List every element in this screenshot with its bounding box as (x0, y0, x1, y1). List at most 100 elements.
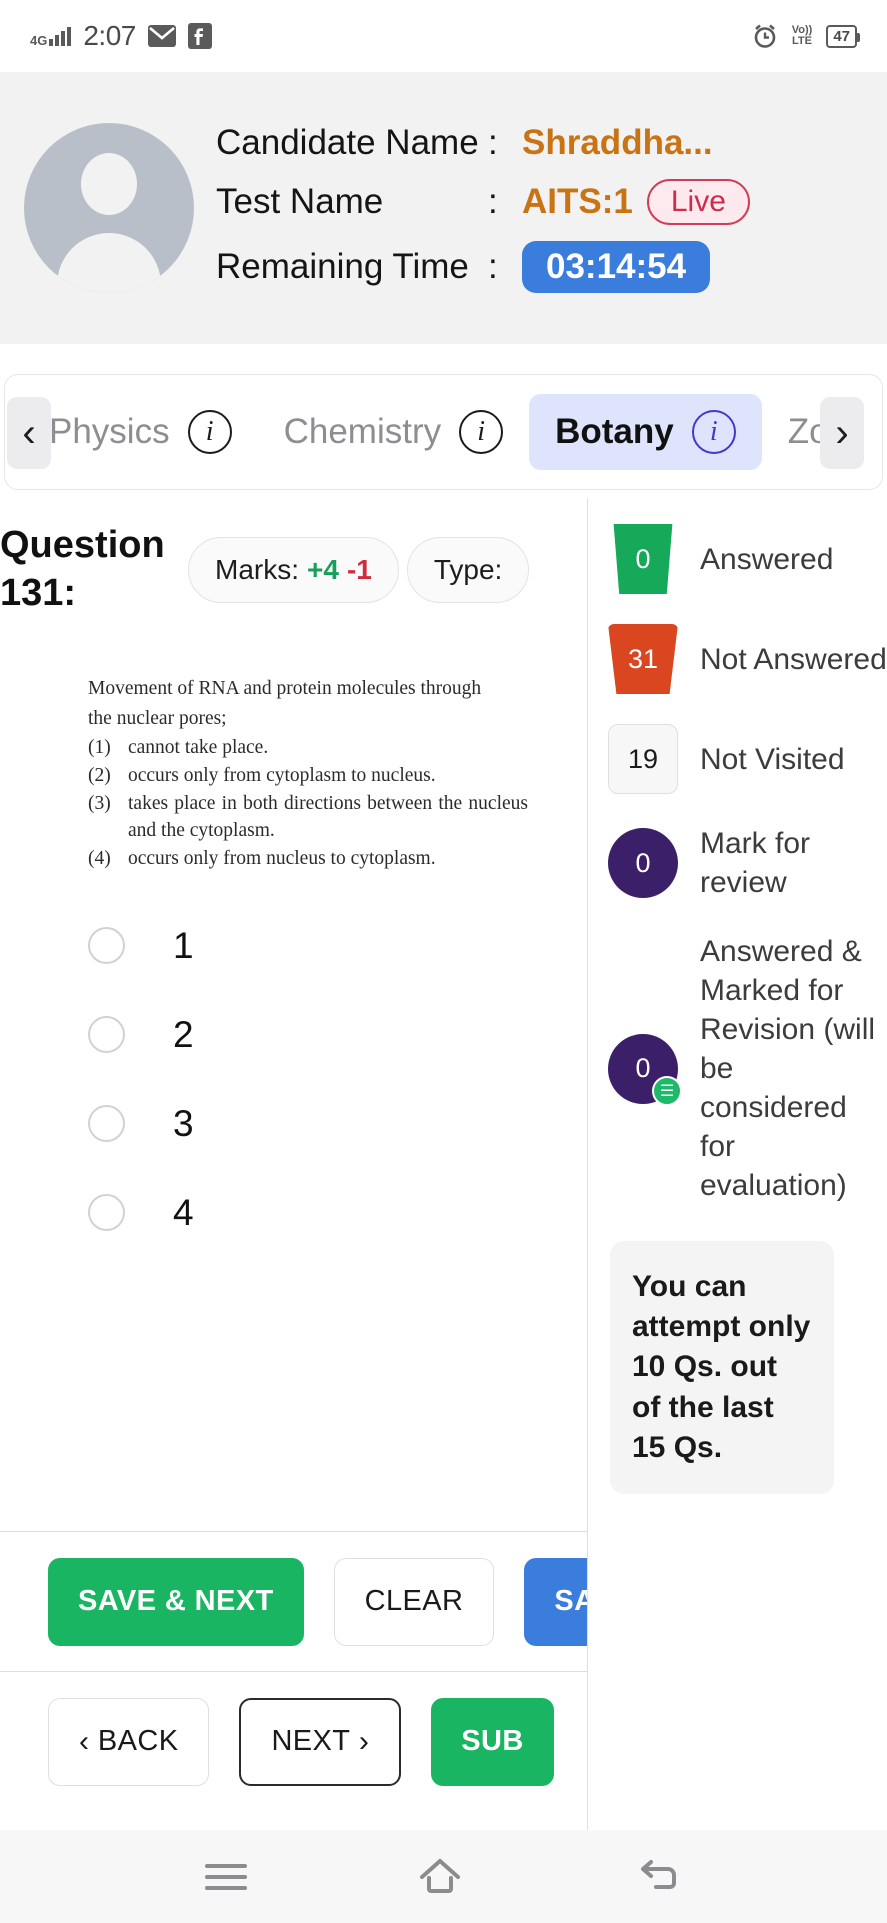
recents-icon[interactable] (204, 1863, 247, 1890)
answer-options-list[interactable]: 1 2 3 4 (88, 925, 587, 1234)
tab-botany-label: Botany (555, 412, 674, 451)
question-status-panel: 0 Answered 31 Not Answered 19 Not Visite… (588, 498, 887, 1830)
back-button-label: BACK (97, 1725, 179, 1757)
legend-label: Not Visited (700, 742, 845, 776)
marks-positive-value: +4 (307, 553, 339, 585)
page-title: Question 131: (0, 524, 165, 614)
avatar (24, 123, 194, 293)
candidate-name-row: Candidate Name : Shraddha... (216, 123, 750, 163)
avatar-head-shape (81, 153, 137, 215)
signal-bars-icon (49, 26, 72, 46)
network-signal-icon: 4G (30, 26, 72, 47)
status-legend: 0 Answered 31 Not Answered 19 Not Visite… (588, 498, 887, 1205)
legend-label: Not Answered (700, 642, 887, 676)
live-status-badge: Live (646, 179, 750, 225)
answer-option-label: 4 (173, 1191, 194, 1233)
info-icon[interactable]: i (459, 410, 504, 454)
question-choice-3: (3) takes place in both directions betwe… (88, 790, 528, 845)
back-icon[interactable] (634, 1855, 682, 1899)
tab-physics[interactable]: Physics i (23, 394, 258, 470)
tab-botany[interactable]: Botany i (529, 394, 762, 470)
answer-option-4[interactable]: 4 (88, 1192, 587, 1234)
exam-app-screen: 4G 2:07 Vo)) LTE 47 Candidate Name: Shr… (0, 0, 887, 1923)
next-button-label: NEXT (271, 1725, 351, 1757)
countdown-timer: 03:14:54 (522, 241, 711, 293)
question-text-image: Movement of RNA and protein molecules th… (88, 675, 528, 873)
tabs-scroll-right-icon[interactable]: › (820, 397, 864, 469)
android-status-bar: 4G 2:07 Vo)) LTE 47 (0, 0, 887, 72)
answer-option-label: 1 (173, 924, 194, 966)
battery-indicator: 47 (826, 24, 860, 48)
legend-label: Mark for review (700, 827, 811, 899)
marked-revision-icon: ☰ (652, 1075, 682, 1106)
volte-line2: LTE (792, 35, 812, 47)
candidate-header: Candidate Name : Shraddha... Test Name :… (0, 72, 887, 344)
answer-option-3[interactable]: 3 (88, 1103, 587, 1145)
question-choice-1: (1) cannot take place. (88, 734, 528, 762)
tab-chemistry-label: Chemistry (283, 412, 442, 451)
subject-tabs-scroller[interactable]: Physics i Chemistry i Botany i Zo (5, 375, 855, 489)
question-stem-line1: Movement of RNA and protein molecules th… (88, 678, 482, 699)
main-content: Question 131: Marks: +4 -1 Type: Movemen… (0, 498, 887, 1830)
home-icon[interactable] (416, 1855, 464, 1899)
mail-icon (147, 25, 176, 47)
radio-button[interactable] (88, 1105, 125, 1143)
legend-label: Answered (700, 542, 834, 576)
chevron-right-icon: › (358, 1724, 370, 1758)
remaining-time-row: Remaining Time : 03:14:54 (216, 241, 750, 293)
choice-number: (4) (88, 848, 111, 870)
android-nav-bar[interactable] (0, 1830, 887, 1923)
tab-physics-label: Physics (49, 412, 170, 451)
clear-button[interactable]: CLEAR (333, 1557, 495, 1646)
answer-option-label: 3 (173, 1102, 194, 1144)
legend-not-visited: 19 Not Visited (608, 724, 887, 794)
colon-separator: : (488, 247, 498, 286)
status-badge: 0 (608, 828, 678, 898)
radio-button[interactable] (88, 1016, 125, 1054)
info-icon[interactable]: i (691, 410, 736, 454)
radio-button[interactable] (88, 1194, 125, 1232)
candidate-name-label: Candidate Name (216, 123, 479, 162)
save-and-next-button[interactable]: SAVE & NEXT (48, 1557, 304, 1646)
marks-chip: Marks: +4 -1 (188, 536, 399, 603)
candidate-info-table: Candidate Name : Shraddha... Test Name :… (216, 123, 750, 293)
colon-separator: : (488, 182, 498, 221)
tabs-scroll-left-icon[interactable]: ‹ (7, 397, 51, 469)
type-chip-label: Type: (433, 553, 503, 585)
legend-label: Answered & Marked for Revision (will be … (700, 935, 876, 1202)
legend-not-answered: 31 Not Answered (608, 624, 887, 694)
choice-number: (2) (88, 765, 111, 787)
answer-option-label: 2 (173, 1013, 194, 1055)
status-badge: 31 (608, 624, 678, 694)
candidate-name-value: Shraddha... (522, 123, 713, 162)
answer-option-1[interactable]: 1 (88, 925, 587, 967)
status-badge: 19 (608, 724, 678, 794)
alarm-icon (752, 23, 778, 49)
tab-chemistry[interactable]: Chemistry i (258, 394, 530, 470)
choice-number: (3) (88, 792, 111, 814)
answer-option-2[interactable]: 2 (88, 1014, 587, 1056)
colon-separator: : (488, 123, 498, 162)
attempt-limit-note: You can attempt only 10 Qs. out of the l… (610, 1241, 834, 1494)
back-button[interactable]: ‹ BACK (48, 1697, 210, 1786)
submit-button[interactable]: SUB (431, 1697, 554, 1786)
type-chip: Type: (406, 536, 530, 603)
marks-negative-value: -1 (346, 553, 372, 585)
choice-text: cannot take place. (128, 737, 269, 759)
legend-answered: 0 Answered (608, 524, 887, 594)
radio-button[interactable] (88, 927, 125, 965)
subject-tab-bar[interactable]: ‹ Physics i Chemistry i Botany i Zo › (4, 374, 883, 490)
navigation-action-bar: ‹ BACK NEXT › SUB (0, 1671, 587, 1811)
info-icon[interactable]: i (187, 410, 232, 454)
remaining-time-label: Remaining Time (216, 247, 469, 286)
primary-action-bar: SAVE & NEXT CLEAR SA (0, 1531, 587, 1671)
avatar-body-shape (57, 233, 161, 293)
save-and-mark-button[interactable]: SA (524, 1557, 587, 1646)
question-stem-line2: the nuclear pores; (88, 707, 227, 729)
status-badge: 0 ☰ (608, 1033, 682, 1106)
status-bar-right: Vo)) LTE 47 (752, 23, 860, 49)
status-badge-count: 0 (635, 1053, 651, 1083)
status-bar-left: 4G 2:07 (30, 20, 212, 52)
next-button[interactable]: NEXT › (239, 1697, 402, 1786)
choice-text: takes place in both directions between t… (128, 792, 528, 842)
